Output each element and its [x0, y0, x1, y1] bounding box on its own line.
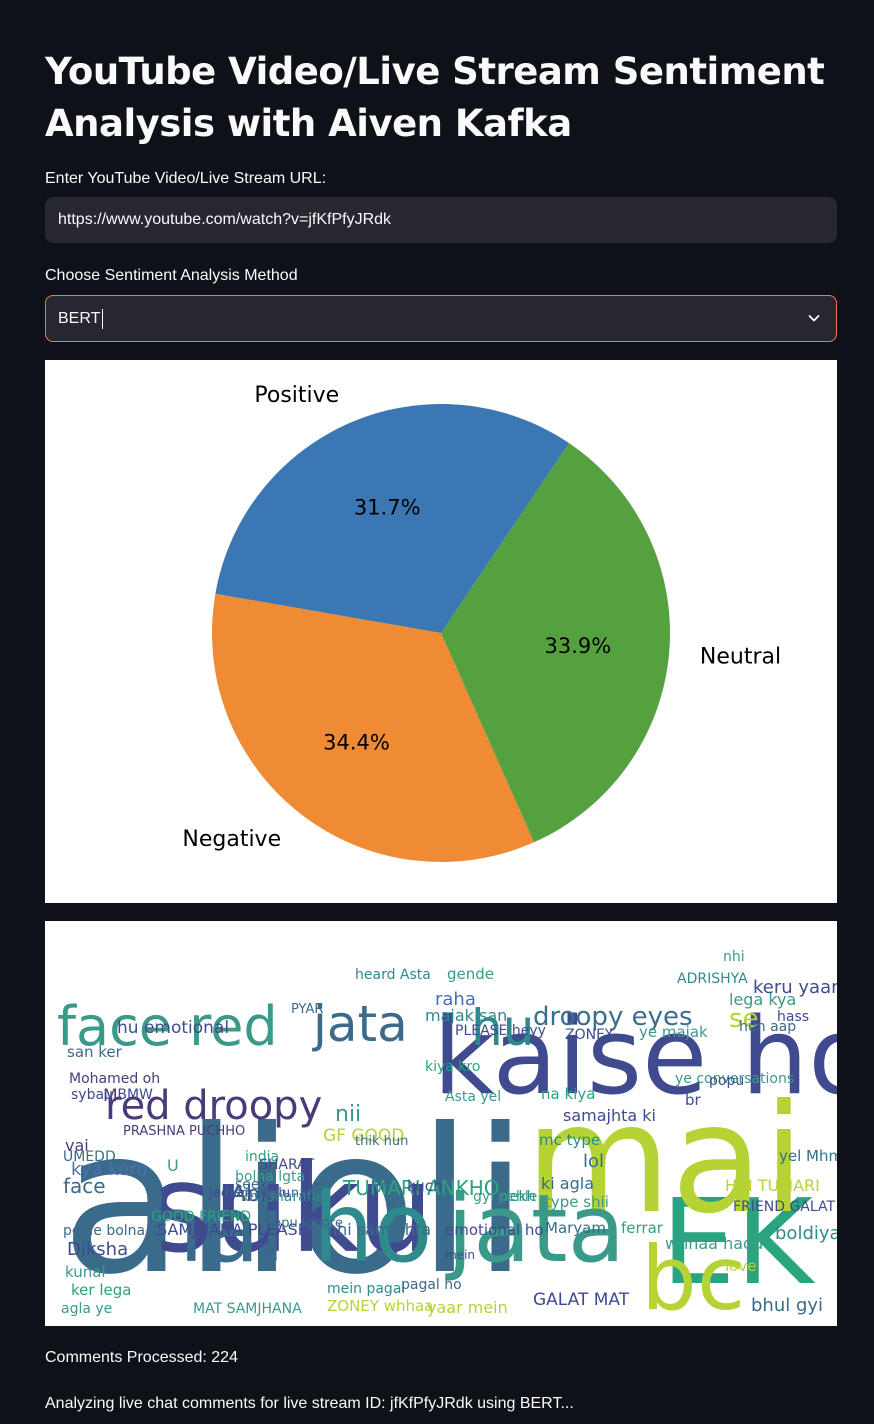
word-cloud-word: whhaa hadd — [665, 1234, 763, 1253]
method-select-label: Choose Sentiment Analysis Method — [45, 267, 298, 284]
sentiment-method-select[interactable]: BERT — [45, 295, 837, 342]
word-cloud-word: UMEDD — [63, 1149, 116, 1165]
word-cloud-word: GALAT MAT — [533, 1290, 630, 1310]
word-cloud-word: kunal — [65, 1263, 106, 1281]
word-cloud-word: hun aap — [739, 1019, 796, 1035]
word-cloud-word: HAI TUMARI — [725, 1176, 820, 1195]
pie-category-label-positive: Positive — [254, 383, 339, 408]
word-cloud-word: PRASHNA PUCHHO — [123, 1124, 245, 1139]
pie-percent-label-positive: 31.7% — [354, 496, 421, 520]
url-input[interactable] — [45, 197, 837, 243]
word-cloud-word: harkatein na — [225, 1186, 307, 1201]
word-cloud-word: ye majak — [639, 1023, 708, 1041]
word-cloud-word: MAT SAMJHANA — [193, 1301, 302, 1317]
word-cloud-word: Asta yel — [445, 1089, 501, 1105]
word-cloud-word: popu ignore — [265, 1216, 343, 1231]
text-caret — [102, 308, 104, 329]
word-cloud-word: agla ye — [61, 1301, 112, 1317]
word-cloud-word: sybau BMW — [71, 1087, 153, 1103]
word-cloud-word: hu emotional — [117, 1018, 229, 1038]
word-cloud-word: pagal ho — [401, 1277, 462, 1293]
word-cloud-word: ki agla — [541, 1174, 594, 1193]
word-cloud-word: heard Asta — [355, 967, 431, 983]
word-cloud-word: lol — [583, 1151, 604, 1172]
word-cloud-word: gyi pehle — [473, 1189, 537, 1205]
word-cloud-word: san ker — [67, 1043, 123, 1061]
word-cloud-word: kuch — [407, 1177, 443, 1195]
word-cloud-word: U — [167, 1156, 179, 1175]
comment-word-cloud: alioli EK suku mai kaise ho hai ho jata bc face r… — [45, 921, 837, 1326]
word-cloud-word: mein pagal — [327, 1281, 405, 1297]
word-cloud-word: ZONEY whhaa — [327, 1297, 433, 1315]
page-title: YouTube Video/Live Stream Sentiment Anal… — [45, 50, 825, 145]
analysis-status-text: Analyzing live chat comments for live st… — [45, 1395, 574, 1412]
url-input-label: Enter YouTube Video/Live Stream URL: — [45, 170, 327, 187]
word-cloud-word: mein — [445, 1248, 475, 1262]
word-cloud-word: mc type — [539, 1131, 600, 1149]
word-cloud-word: thik hun — [355, 1134, 408, 1149]
chevron-down-icon[interactable] — [806, 310, 822, 326]
word-cloud-word: PLEASE heyy — [455, 1023, 546, 1039]
word-cloud-word: na kiya — [541, 1085, 595, 1103]
pie-category-label-neutral: Neutral — [700, 645, 781, 670]
word-cloud-word: ADRISHYA — [677, 971, 748, 987]
comments-processed-count: Comments Processed: 224 — [45, 1349, 238, 1366]
word-cloud-word: Maryam — [545, 1219, 606, 1237]
word-cloud-word: keru yaar — [753, 977, 837, 998]
pie-percent-label-negative: 34.4% — [323, 730, 390, 754]
selected-method: BERT — [58, 309, 101, 327]
word-cloud-word: PYAR — [291, 1002, 323, 1017]
word-cloud-word: love — [725, 1257, 756, 1275]
word-cloud-word: yel Mhm — [779, 1147, 837, 1165]
word-cloud-word: popu — [709, 1073, 744, 1089]
pie-percent-label-neutral: 33.9% — [545, 634, 612, 658]
word-cloud-word: SHARAT — [259, 1157, 315, 1173]
word-cloud-word: bhul gyi — [751, 1295, 823, 1316]
word-cloud-word: nii — [335, 1102, 361, 1127]
word-cloud-word: samajhta ki — [563, 1106, 656, 1125]
word-cloud-word: ferrar — [621, 1219, 664, 1237]
word-cloud-word: boldiya kro — [775, 1223, 837, 1244]
word-cloud-word: pehle bolna — [63, 1223, 145, 1239]
word-cloud-word: Hi — [371, 1170, 387, 1189]
word-cloud-word: FRIEND GALAT — [733, 1199, 835, 1215]
word-cloud-word: ZONEY — [565, 1027, 614, 1043]
word-cloud-word: Mohamed oh — [69, 1071, 160, 1087]
word-cloud-word: Diksha — [67, 1239, 128, 1260]
word-cloud-word: ker lega — [71, 1281, 131, 1299]
word-cloud-svg: alioli EKsuku maikaise hohai ho jata bcface r… — [57, 949, 837, 1326]
word-cloud-word: jata — [312, 995, 408, 1053]
pie-category-label-negative: Negative — [182, 827, 281, 852]
sentiment-pie-chart: 33.9% Neutral 34.4% Negative 31.7% Positive — [45, 360, 837, 903]
word-cloud-word: kiya kro — [425, 1059, 480, 1075]
pie-chart-svg: 33.9% Neutral 34.4% Negative 31.7% Positive — [182, 383, 781, 862]
word-cloud-word: nhi — [723, 949, 745, 965]
word-cloud-word: br — [685, 1091, 702, 1109]
word-cloud-word: yaar mein — [427, 1298, 508, 1317]
word-cloud-word: gende — [447, 965, 494, 983]
word-cloud-word: emotional ho — [445, 1221, 544, 1239]
word-cloud-word: type shii — [545, 1193, 609, 1211]
